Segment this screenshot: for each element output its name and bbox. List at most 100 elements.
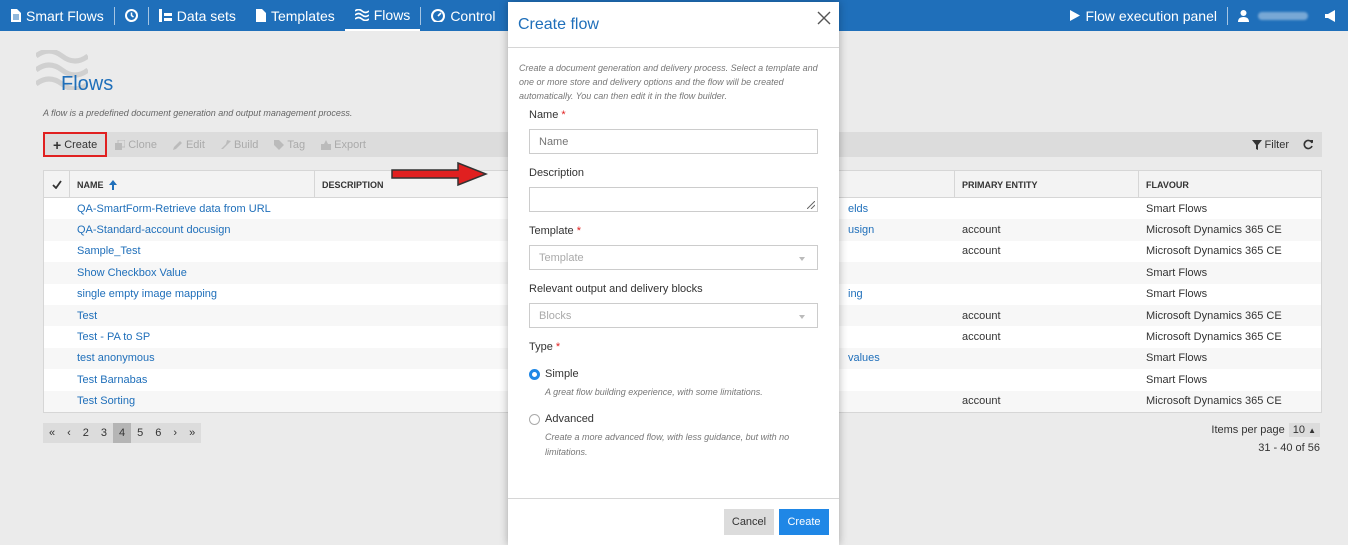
build-button[interactable]: Build — [213, 132, 266, 157]
column-header-description-label: DESCRIPTION — [322, 179, 384, 190]
template-placeholder: Template — [539, 251, 584, 264]
nav-brand[interactable]: Smart Flows — [0, 0, 114, 31]
nav-control-label: Control — [450, 7, 496, 24]
row-flavour: Microsoft Dynamics 365 CE — [1146, 309, 1282, 322]
first-page-button[interactable]: « — [43, 423, 61, 443]
nav-execution-panel-label: Flow execution panel — [1085, 7, 1217, 24]
row-name[interactable]: test anonymous — [70, 352, 315, 364]
row-name[interactable]: Test Barnabas — [70, 374, 315, 386]
create-submit-button[interactable]: Create — [779, 509, 829, 535]
items-per-page-select[interactable]: 10 ▲ — [1288, 423, 1320, 437]
column-header-primary-entity[interactable]: PRIMARY ENTITY — [955, 171, 1139, 198]
dialog-footer: Cancel Create — [508, 498, 839, 545]
clone-button[interactable]: Clone — [107, 132, 165, 157]
nav-control[interactable]: Control — [421, 0, 505, 31]
row-name[interactable]: QA-Standard-account docusign — [70, 224, 315, 236]
column-header-flavour[interactable]: FLAVOUR — [1139, 171, 1321, 198]
page-range: 31 - 40 of 56 — [1258, 442, 1320, 454]
row-entity: account — [962, 224, 1001, 237]
row-entity: account — [962, 395, 1001, 408]
resize-handle-icon[interactable] — [807, 201, 815, 209]
items-per-page-label: Items per page — [1211, 424, 1285, 436]
clone-button-label: Clone — [128, 138, 157, 151]
caret-up-icon: ▲ — [1308, 426, 1316, 435]
blocks-field-label: Relevant output and delivery blocks — [529, 283, 703, 295]
nav-datasets[interactable]: Data sets — [149, 0, 246, 31]
gauge-icon — [431, 9, 446, 22]
row-name[interactable]: single empty image mapping — [70, 288, 315, 300]
simple-radio[interactable] — [529, 369, 540, 380]
page-button[interactable]: 5 — [131, 423, 149, 443]
edit-button[interactable]: Edit — [165, 132, 213, 157]
prev-page-button[interactable]: ‹ — [61, 423, 77, 443]
row-flavour: Smart Flows — [1146, 288, 1208, 301]
tag-icon — [274, 139, 285, 150]
nav-datasets-label: Data sets — [176, 7, 236, 24]
nav-flows[interactable]: Flows — [344, 0, 421, 31]
row-entity: account — [962, 309, 1001, 322]
waves-icon — [354, 8, 369, 21]
annotation-arrow-icon — [391, 161, 488, 187]
user-name-redacted — [1258, 11, 1308, 20]
tag-button[interactable]: Tag — [266, 132, 313, 157]
type-label-text: Type — [529, 341, 553, 353]
column-header-name-label: NAME — [77, 179, 104, 190]
next-page-button[interactable]: › — [167, 423, 183, 443]
cancel-button[interactable]: Cancel — [724, 509, 774, 535]
row-flavour: Smart Flows — [1146, 352, 1208, 365]
create-button-label: Create — [64, 138, 98, 151]
nav-templates[interactable]: Templates — [246, 0, 345, 31]
export-icon — [321, 139, 332, 150]
row-name[interactable]: QA-SmartForm-Retrieve data from URL — [70, 203, 315, 215]
export-button-label: Export — [334, 138, 366, 151]
name-input[interactable] — [529, 129, 818, 154]
nav-execution-panel[interactable]: Flow execution panel — [1060, 0, 1227, 31]
filter-button[interactable]: Filter — [1251, 139, 1289, 151]
row-flavour: Microsoft Dynamics 365 CE — [1146, 395, 1282, 408]
clock-icon — [124, 9, 138, 22]
row-flavour: Microsoft Dynamics 365 CE — [1146, 331, 1282, 344]
page-button[interactable]: 2 — [77, 423, 95, 443]
required-marker: * — [561, 109, 566, 121]
required-marker: * — [576, 225, 581, 237]
user-icon — [1238, 9, 1249, 22]
simple-radio-label[interactable]: Simple — [545, 368, 579, 380]
nav-dashboard[interactable] — [115, 0, 148, 31]
close-icon[interactable] — [817, 11, 831, 25]
create-button[interactable]: + Create — [43, 132, 108, 157]
column-header-flavour-label: FLAVOUR — [1146, 179, 1189, 190]
export-button[interactable]: Export — [313, 132, 374, 157]
megaphone-icon[interactable] — [1325, 9, 1338, 22]
blocks-placeholder: Blocks — [539, 309, 572, 322]
template-select[interactable]: Template — [529, 245, 818, 270]
pencil-icon — [172, 140, 182, 150]
check-icon — [51, 180, 62, 189]
column-header-name[interactable]: NAME — [70, 171, 315, 198]
row-name[interactable]: Test Sorting — [70, 395, 315, 407]
last-page-button[interactable]: » — [183, 423, 201, 443]
blocks-select[interactable]: Blocks — [529, 303, 818, 328]
description-textarea[interactable] — [529, 187, 818, 212]
advanced-radio[interactable] — [529, 414, 540, 425]
toolbar-right: Filter — [1251, 132, 1314, 157]
simple-help-text: A great flow building experience, with s… — [545, 387, 763, 397]
items-per-page: Items per page 10 ▲ — [1211, 423, 1320, 437]
row-flavour: Smart Flows — [1146, 266, 1208, 279]
filter-icon — [1251, 139, 1262, 150]
required-marker: * — [555, 341, 561, 353]
row-name[interactable]: Test — [70, 310, 315, 322]
template-label-text: Template — [529, 225, 574, 237]
current-page-button[interactable]: 4 — [113, 423, 132, 443]
row-name[interactable]: Sample_Test — [70, 245, 315, 257]
select-all-checkbox[interactable] — [44, 171, 70, 198]
nav-user[interactable] — [1228, 0, 1348, 31]
page-button[interactable]: 6 — [149, 423, 167, 443]
refresh-icon[interactable] — [1303, 139, 1314, 150]
sort-up-icon — [108, 179, 117, 190]
create-flow-dialog: Create flow Create a document generation… — [508, 2, 839, 545]
page-button[interactable]: 3 — [95, 423, 113, 443]
row-name[interactable]: Show Checkbox Value — [70, 267, 315, 279]
row-name[interactable]: Test - PA to SP — [70, 331, 315, 343]
advanced-radio-label[interactable]: Advanced — [545, 413, 594, 425]
items-per-page-value: 10 — [1292, 424, 1306, 436]
